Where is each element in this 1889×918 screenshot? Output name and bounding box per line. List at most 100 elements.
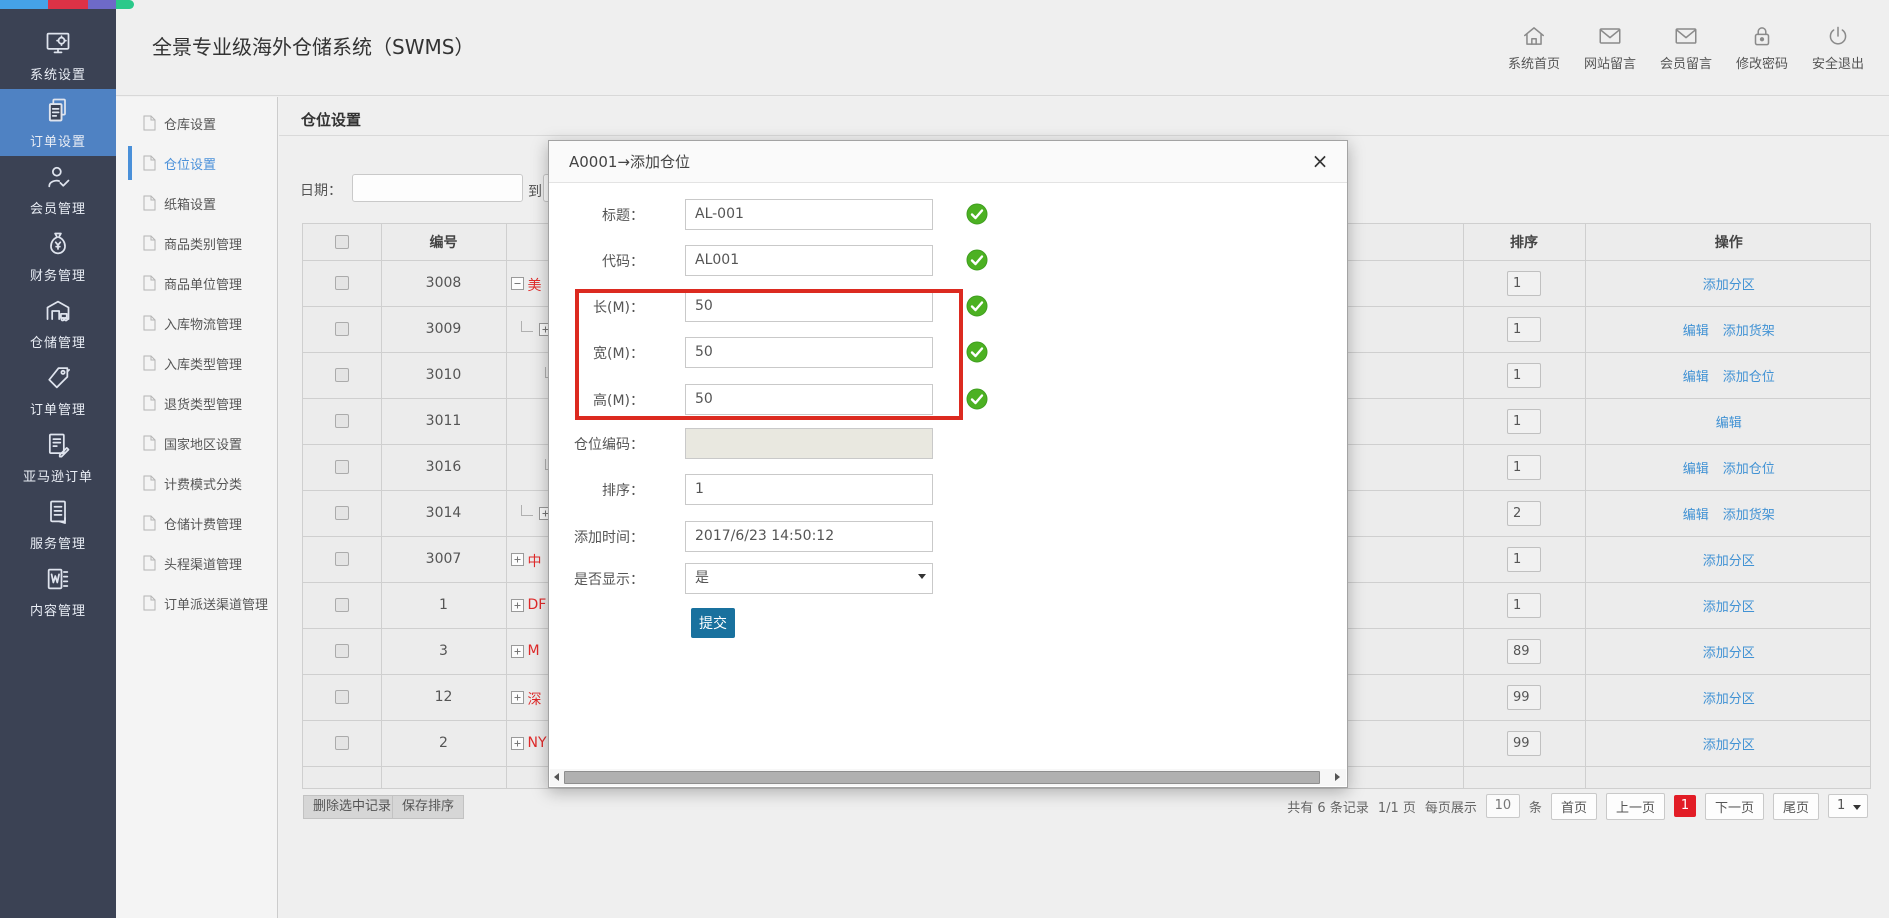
sort-input[interactable]: 1: [1507, 317, 1541, 342]
display-select[interactable]: 是: [685, 563, 933, 594]
sort-input[interactable]: 1: [1507, 363, 1541, 388]
sort-input[interactable]: 1: [1507, 409, 1541, 434]
add-link[interactable]: 添加分区: [1703, 646, 1755, 661]
form-row: 排序：1: [549, 474, 1347, 505]
sidebar-item-3[interactable]: 会员管理: [0, 156, 116, 223]
menu-item-12[interactable]: 头程渠道管理: [116, 543, 277, 583]
row-checkbox[interactable]: [335, 644, 349, 658]
topnav-item-4[interactable]: 修改密码: [1727, 23, 1797, 72]
menu-item-label: 仓库设置: [164, 114, 216, 133]
row-checkbox[interactable]: [335, 322, 349, 336]
edit-link[interactable]: 编辑: [1683, 508, 1709, 523]
add-link[interactable]: 添加分区: [1703, 600, 1755, 615]
menu-item-11[interactable]: 仓储计费管理: [116, 503, 277, 543]
menu-item-6[interactable]: 入库物流管理: [116, 303, 277, 343]
field-input[interactable]: AL001: [685, 245, 933, 276]
sort-input[interactable]: 99: [1507, 685, 1541, 710]
edit-link[interactable]: 编辑: [1716, 416, 1742, 431]
add-link[interactable]: 添加货架: [1723, 508, 1775, 523]
field-input[interactable]: 2017/6/23 14:50:12: [685, 521, 933, 552]
date-from-input[interactable]: [352, 174, 523, 202]
menu-item-7[interactable]: 入库类型管理: [116, 343, 277, 383]
sidebar-item-1[interactable]: 系统设置: [0, 22, 116, 89]
sort-input[interactable]: 99: [1507, 731, 1541, 756]
save-sort-button[interactable]: 保存排序: [392, 795, 464, 819]
edit-link[interactable]: 编辑: [1683, 324, 1709, 339]
sort-input[interactable]: 1: [1507, 455, 1541, 480]
sidebar-item-2[interactable]: 订单设置: [0, 89, 116, 156]
field-input[interactable]: 50: [685, 337, 933, 368]
per-page-input[interactable]: 10: [1486, 794, 1520, 818]
menu-item-13[interactable]: 订单派送渠道管理: [116, 583, 277, 623]
scroll-right-arrow-icon[interactable]: [1330, 769, 1344, 786]
sidebar-item-9[interactable]: 内容管理: [0, 558, 116, 625]
scrollbar-thumb[interactable]: [564, 771, 1320, 784]
menu-item-10[interactable]: 计费模式分类: [116, 463, 277, 503]
menu-item-2[interactable]: 仓位设置: [116, 143, 277, 183]
edit-link[interactable]: 编辑: [1683, 370, 1709, 385]
add-link[interactable]: 添加仓位: [1723, 462, 1775, 477]
expand-icon[interactable]: [511, 691, 524, 708]
menu-item-3[interactable]: 纸箱设置: [116, 183, 277, 223]
sort-input[interactable]: 1: [1507, 271, 1541, 296]
scroll-left-arrow-icon[interactable]: [550, 769, 564, 786]
add-link[interactable]: 添加仓位: [1723, 370, 1775, 385]
row-checkbox[interactable]: [335, 460, 349, 474]
page-info-label: 1/1 页: [1378, 797, 1416, 816]
field-input[interactable]: AL-001: [685, 199, 933, 230]
first-page-button[interactable]: 首页: [1551, 793, 1597, 820]
row-checkbox[interactable]: [335, 276, 349, 290]
topnav-item-3[interactable]: 会员留言: [1651, 23, 1721, 72]
topnav-item-2[interactable]: 网站留言: [1575, 23, 1645, 72]
sort-input[interactable]: 89: [1507, 639, 1541, 664]
select-all-checkbox[interactable]: [335, 235, 349, 249]
topnav-item-5[interactable]: 安全退出: [1803, 23, 1873, 72]
add-link[interactable]: 添加分区: [1703, 738, 1755, 753]
expand-icon[interactable]: [511, 737, 524, 754]
row-checkbox[interactable]: [335, 506, 349, 520]
sort-input[interactable]: 1: [1507, 547, 1541, 572]
sidebar-item-6[interactable]: 订单管理: [0, 357, 116, 424]
collapse-icon[interactable]: [511, 277, 524, 294]
field-input[interactable]: 1: [685, 474, 933, 505]
expand-icon[interactable]: [511, 599, 524, 616]
current-page-button[interactable]: 1: [1674, 795, 1696, 817]
row-checkbox[interactable]: [335, 552, 349, 566]
sidebar-item-8[interactable]: 服务管理: [0, 491, 116, 558]
next-page-button[interactable]: 下一页: [1705, 793, 1764, 820]
menu-item-1[interactable]: 仓库设置: [116, 103, 277, 143]
prev-page-button[interactable]: 上一页: [1606, 793, 1665, 820]
expand-icon[interactable]: [511, 645, 524, 662]
menu-item-4[interactable]: 商品类别管理: [116, 223, 277, 263]
field-input[interactable]: 50: [685, 291, 933, 322]
menu-item-9[interactable]: 国家地区设置: [116, 423, 277, 463]
last-page-button[interactable]: 尾页: [1773, 793, 1819, 820]
sort-input[interactable]: 1: [1507, 593, 1541, 618]
row-checkbox[interactable]: [335, 690, 349, 704]
close-icon[interactable]: ×: [1309, 150, 1331, 172]
add-link[interactable]: 添加分区: [1703, 278, 1755, 293]
sidebar-item-4[interactable]: 财务管理: [0, 223, 116, 290]
sidebar-item-7[interactable]: 亚马逊订单: [0, 424, 116, 491]
row-checkbox[interactable]: [335, 736, 349, 750]
edit-link[interactable]: 编辑: [1683, 462, 1709, 477]
add-link[interactable]: 添加分区: [1703, 692, 1755, 707]
topnav-item-1[interactable]: 系统首页: [1499, 23, 1569, 72]
page-select-dropdown[interactable]: 1: [1828, 794, 1868, 818]
secondary-menu: 仓库设置仓位设置纸箱设置商品类别管理商品单位管理入库物流管理入库类型管理退货类型…: [116, 97, 278, 918]
row-checkbox-cell: [303, 306, 381, 352]
date-to-label: 到: [528, 181, 542, 201]
row-checkbox[interactable]: [335, 414, 349, 428]
add-link[interactable]: 添加货架: [1723, 324, 1775, 339]
menu-item-5[interactable]: 商品单位管理: [116, 263, 277, 303]
delete-selected-button[interactable]: 删除选中记录: [303, 795, 401, 819]
field-input[interactable]: 50: [685, 384, 933, 415]
menu-item-8[interactable]: 退货类型管理: [116, 383, 277, 423]
submit-button[interactable]: 提交: [691, 608, 735, 638]
sidebar-item-5[interactable]: 仓储管理: [0, 290, 116, 357]
row-checkbox[interactable]: [335, 598, 349, 612]
row-checkbox[interactable]: [335, 368, 349, 382]
sort-input[interactable]: 2: [1507, 501, 1541, 526]
add-link[interactable]: 添加分区: [1703, 554, 1755, 569]
expand-icon[interactable]: [511, 553, 524, 570]
